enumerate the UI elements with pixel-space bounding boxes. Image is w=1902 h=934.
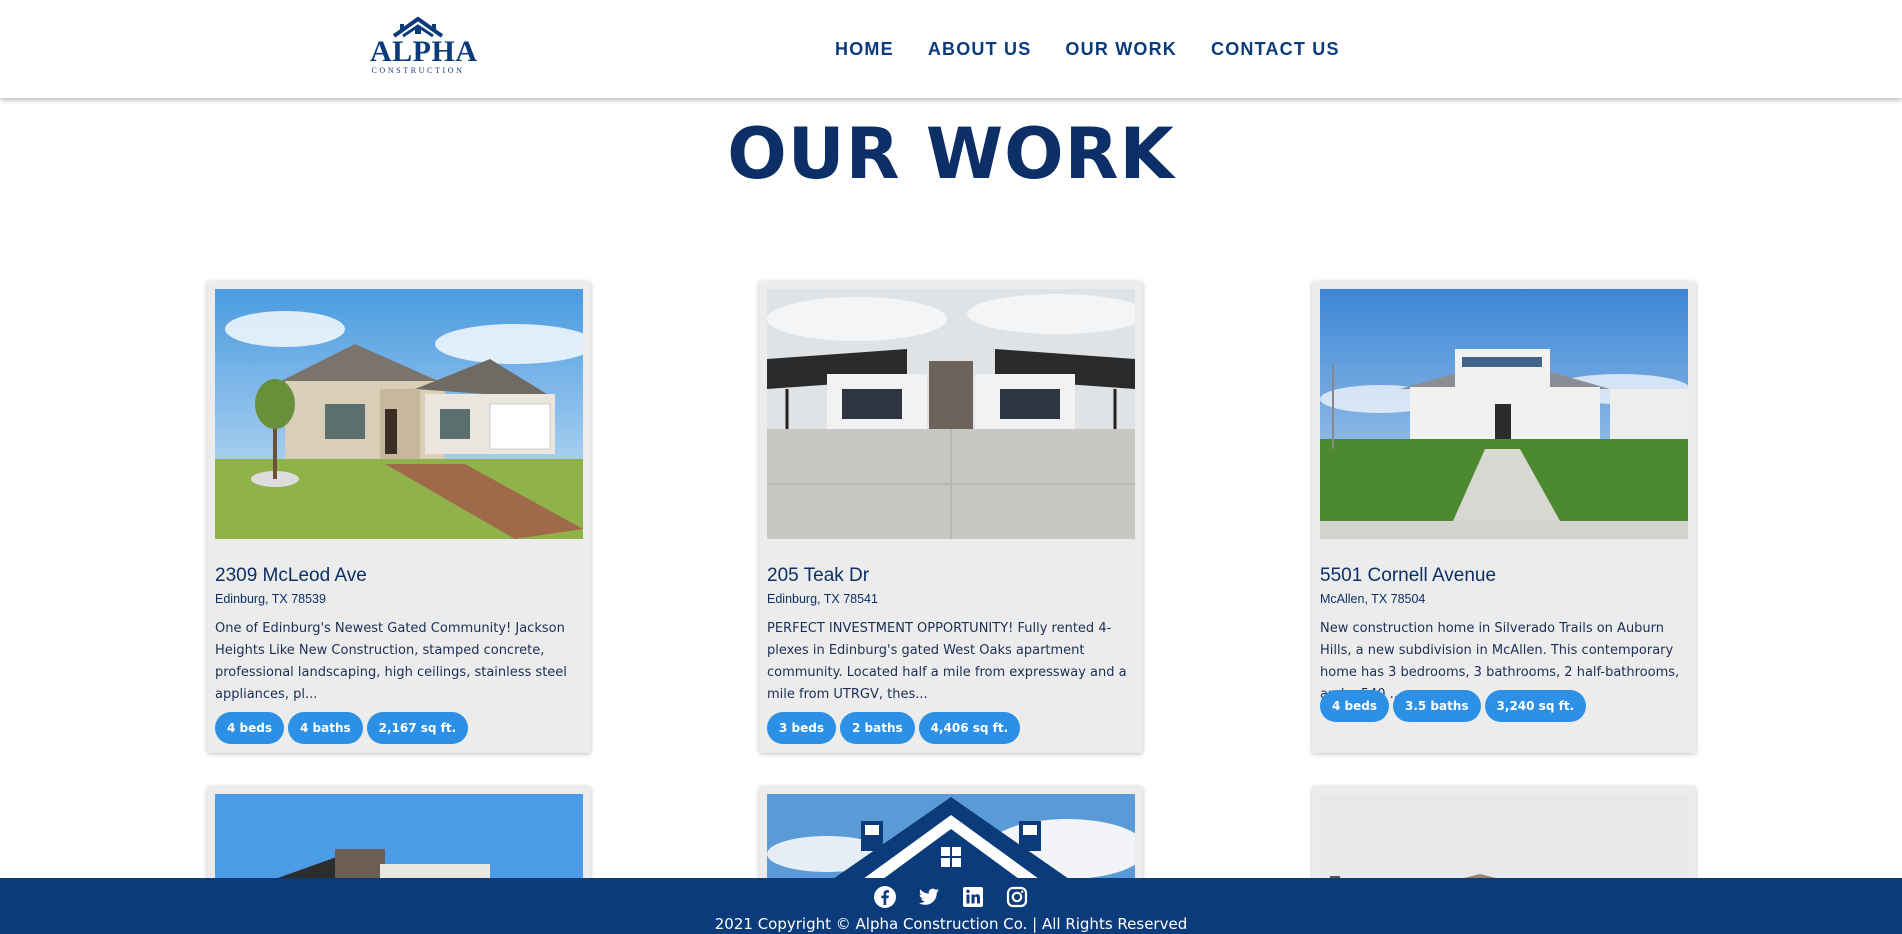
social-links <box>872 884 1030 910</box>
listing-card[interactable]: 205 Teak Dr Edinburg, TX 78541 PERFECT I… <box>759 281 1143 753</box>
beds-badge: 4 beds <box>215 712 284 744</box>
listing-description: One of Edinburg's Newest Gated Community… <box>215 621 567 702</box>
listing-address[interactable]: 205 Teak Dr <box>767 565 869 587</box>
listing-card[interactable]: 5501 Cornell Avenue McAllen, TX 78504 Ne… <box>1312 281 1696 753</box>
listing-photo[interactable] <box>215 289 583 539</box>
facebook-icon[interactable] <box>872 884 898 910</box>
baths-badge: 2 baths <box>840 712 915 744</box>
sqft-badge: 2,167 sq ft. <box>366 712 469 744</box>
beds-badge: 3 beds <box>767 712 836 744</box>
sqft-badge: 3,240 sq ft. <box>1484 690 1587 722</box>
listing-city: Edinburg, TX 78541 <box>767 592 878 606</box>
alpha-construction-logo[interactable]: ALPHA CONSTRUCTION <box>370 16 478 82</box>
listing-photo[interactable] <box>767 289 1135 539</box>
baths-badge: 4 baths <box>288 712 363 744</box>
listing-city: Edinburg, TX 78539 <box>215 592 326 606</box>
listing-description: PERFECT INVESTMENT OPPORTUNITY! Fully re… <box>767 621 1127 702</box>
nav-about-us[interactable]: ABOUT US <box>928 38 1032 60</box>
listing-address[interactable]: 2309 McLeod Ave <box>215 565 367 587</box>
baths-badge: 3.5 baths <box>1393 690 1481 722</box>
main-nav: HOME ABOUT US OUR WORK CONTACT US <box>835 38 1340 60</box>
site-header: ALPHA CONSTRUCTION HOME ABOUT US OUR WOR… <box>0 0 1902 98</box>
nav-contact-us[interactable]: CONTACT US <box>1211 38 1340 60</box>
listing-address[interactable]: 5501 Cornell Avenue <box>1320 565 1496 587</box>
listing-card[interactable]: 2309 McLeod Ave Edinburg, TX 78539 One o… <box>207 281 591 753</box>
logo-subtitle: CONSTRUCTION <box>371 66 465 75</box>
twitter-icon[interactable] <box>916 884 942 910</box>
listing-stats: 4 beds 4 baths 2,167 sq ft. <box>215 712 469 744</box>
page-title: OUR WORK <box>727 113 1175 195</box>
linkedin-icon[interactable] <box>960 884 986 910</box>
listing-city: McAllen, TX 78504 <box>1320 592 1426 606</box>
beds-badge: 4 beds <box>1320 690 1389 722</box>
footer-copyright: 2021 Copyright © Alpha Construction Co. … <box>714 915 1188 933</box>
instagram-icon[interactable] <box>1004 884 1030 910</box>
sqft-badge: 4,406 sq ft. <box>918 712 1021 744</box>
footer-house-logo <box>819 795 1083 885</box>
logo-wordmark: ALPHA <box>370 35 478 68</box>
listing-stats: 3 beds 2 baths 4,406 sq ft. <box>767 712 1021 744</box>
listing-stats: 4 beds 3.5 baths 3,240 sq ft. <box>1320 690 1587 722</box>
listing-photo[interactable] <box>1320 289 1688 539</box>
nav-our-work[interactable]: OUR WORK <box>1065 38 1177 60</box>
nav-home[interactable]: HOME <box>835 38 894 60</box>
